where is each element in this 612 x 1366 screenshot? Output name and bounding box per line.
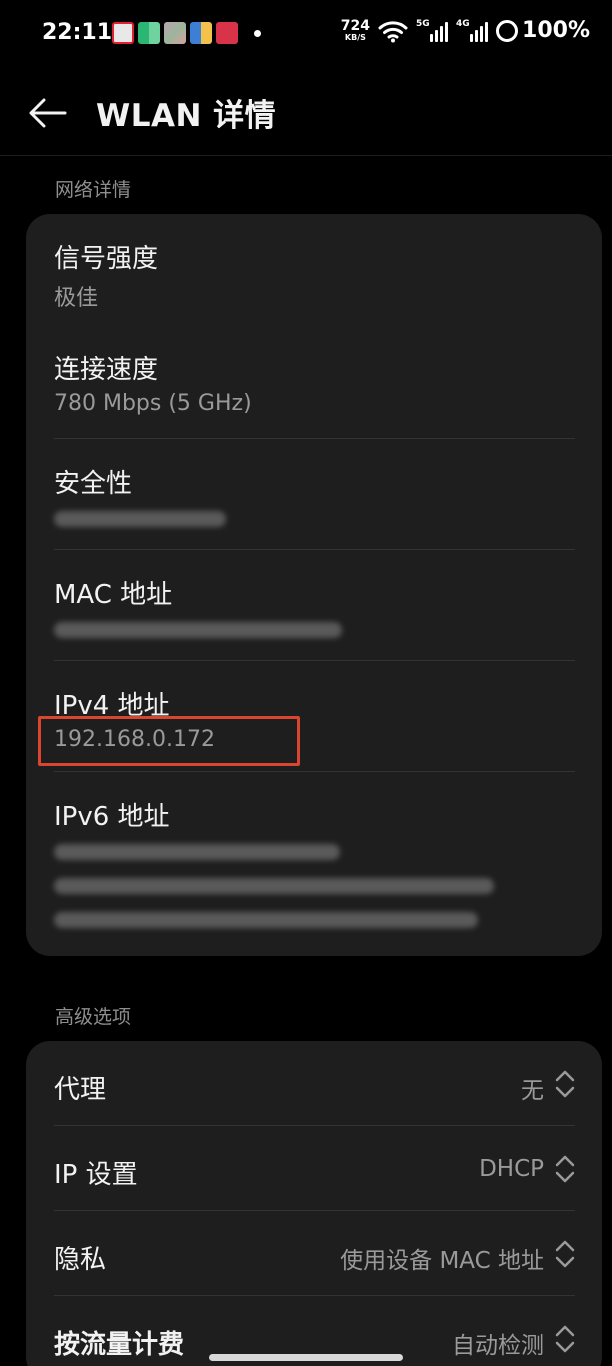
- app-notification-icon: [216, 22, 238, 44]
- chevron-up-down-icon: [555, 1240, 575, 1268]
- redacted-value: [54, 622, 342, 638]
- detail-title: MAC 地址: [54, 580, 173, 610]
- option-row-privacy[interactable]: 隐私 使用设备 MAC 地址: [26, 1211, 602, 1296]
- detail-title: 连接速度: [54, 355, 159, 385]
- section-label-network-details: 网络详情: [55, 179, 132, 201]
- back-arrow-icon: [29, 98, 67, 128]
- chevron-up-down-icon: [555, 1070, 575, 1098]
- option-title: IP 设置: [54, 1160, 138, 1190]
- option-row-proxy[interactable]: 代理 无: [26, 1041, 602, 1126]
- detail-row-ipv6: IPv6 地址: [26, 772, 602, 952]
- detail-title: IPv6 地址: [54, 802, 170, 832]
- redacted-value: [54, 844, 494, 928]
- app-header: WLAN 详情: [0, 70, 612, 156]
- detail-title: 安全性: [54, 469, 133, 499]
- option-value: 自动检测: [452, 1333, 544, 1359]
- advanced-options-card: 代理 无 IP 设置 DHCP 隐私 使用设备 MAC 地址 按流量计费 自动检…: [26, 1041, 602, 1366]
- chevron-up-down-icon: [555, 1325, 575, 1353]
- detail-row-mac: MAC 地址: [26, 550, 602, 661]
- app-notification-icon: [164, 22, 186, 44]
- detail-title: 信号强度: [54, 244, 159, 274]
- home-indicator[interactable]: [209, 1354, 403, 1361]
- detail-value: 780 Mbps (5 GHz): [54, 391, 252, 416]
- option-title: 代理: [54, 1075, 107, 1105]
- back-button[interactable]: [22, 88, 72, 138]
- signal-5g-icon: 5G: [416, 19, 449, 42]
- detail-row-ipv4: IPv4 地址 192.168.0.172: [26, 661, 602, 772]
- detail-value: 极佳: [54, 286, 99, 311]
- option-value: 无: [521, 1078, 544, 1104]
- option-value: DHCP: [479, 1156, 544, 1182]
- network-speed: 724 KB/S: [340, 18, 371, 42]
- battery-icon: [496, 19, 519, 42]
- more-notifications-dot: [254, 29, 261, 37]
- detail-row-signal: 信号强度 极佳: [26, 214, 602, 325]
- wifi-icon: [378, 20, 408, 42]
- option-title: 隐私: [54, 1245, 107, 1275]
- status-time: 22:11: [42, 20, 113, 45]
- redacted-value: [54, 511, 226, 527]
- section-label-advanced: 高级选项: [55, 1006, 132, 1028]
- status-bar: 22:11 724 KB/S 5G 4G 100%: [0, 0, 612, 70]
- option-title: 按流量计费: [54, 1330, 185, 1360]
- chevron-up-down-icon: [555, 1155, 575, 1183]
- option-row-ip-settings[interactable]: IP 设置 DHCP: [26, 1126, 602, 1211]
- detail-row-security: 安全性: [26, 439, 602, 550]
- detail-row-speed: 连接速度 780 Mbps (5 GHz): [26, 325, 602, 439]
- page-title: WLAN 详情: [96, 98, 277, 134]
- app-notification-icon: [112, 22, 134, 44]
- network-details-card: 信号强度 极佳 连接速度 780 Mbps (5 GHz) 安全性 MAC 地址…: [26, 214, 602, 956]
- notification-icons: [112, 22, 261, 44]
- battery-indicator: 100%: [496, 18, 590, 43]
- app-notification-icon: [190, 22, 212, 44]
- highlight-box: [38, 716, 300, 766]
- option-value: 使用设备 MAC 地址: [340, 1248, 544, 1274]
- app-notification-icon: [138, 22, 160, 44]
- signal-4g-icon: 4G: [456, 19, 489, 42]
